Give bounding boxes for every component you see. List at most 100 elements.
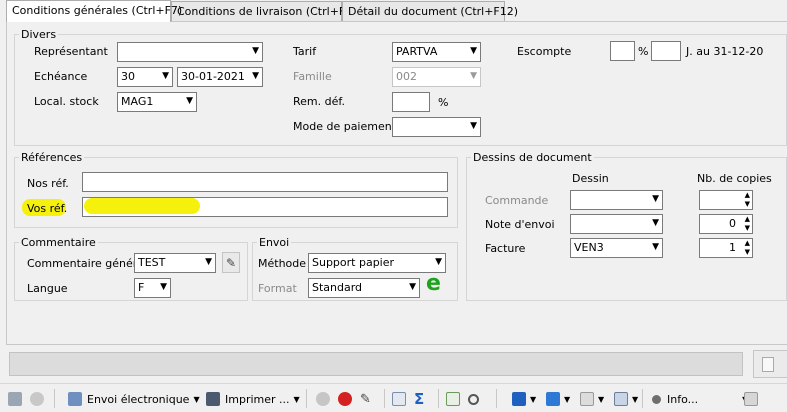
chevron-down-icon: ▼ <box>193 394 200 404</box>
rem-def-input[interactable] <box>392 92 430 112</box>
note-envoi-dessin-select[interactable]: ▼ <box>570 214 663 234</box>
button-label: Info... <box>667 392 699 406</box>
facture-dessin-select[interactable]: VEN3 ▼ <box>570 238 663 258</box>
chevron-down-icon: ▼ <box>293 394 300 404</box>
rem-def-percent: % <box>438 96 449 109</box>
facture-copies-spinner[interactable]: 1 ▲ ▼ <box>699 238 753 258</box>
group-title: Références <box>19 151 85 164</box>
chevron-down-icon: ▼ <box>470 46 477 56</box>
updown-icon[interactable]: ▲ ▼ <box>745 239 750 257</box>
search-button[interactable] <box>468 388 479 410</box>
note-envoi-copies-spinner[interactable]: 0 ▲ ▼ <box>699 214 753 234</box>
tab-detail-document[interactable]: Détail du document (Ctrl+F12) <box>342 1 518 21</box>
format-label: Format <box>258 282 297 295</box>
nos-ref-input[interactable] <box>82 172 448 192</box>
export-button[interactable]: ▼ <box>546 388 570 410</box>
escompte-percent: % <box>638 45 649 58</box>
import-button[interactable]: ▼ <box>512 388 536 410</box>
toolbar-separator <box>384 389 385 408</box>
chevron-down-icon: ▼ <box>160 282 167 292</box>
imprimer-button[interactable]: Imprimer ... ▼ <box>206 388 300 410</box>
toolbar-separator <box>496 389 497 408</box>
chevron-down-icon: ▼ <box>652 194 659 204</box>
chevron-down-icon: ▼ <box>252 46 259 56</box>
pen-icon[interactable]: ✎ <box>222 252 240 273</box>
stop-button[interactable] <box>338 388 352 410</box>
commande-label: Commande <box>485 194 549 207</box>
commande-dessin-select[interactable]: ▼ <box>570 190 663 210</box>
escompte-days-input[interactable] <box>651 41 681 61</box>
floppy-icon <box>8 392 22 406</box>
chevron-down-icon: ▼ <box>470 121 477 131</box>
vos-ref-label: Vos réf. <box>27 202 68 215</box>
cancel-button[interactable] <box>30 388 44 410</box>
group-title: Commentaire <box>19 236 98 249</box>
echeance-date-picker[interactable]: 30-01-2021 ▼ <box>177 67 263 87</box>
tab-conditions-livraison[interactable]: Conditions de livraison (Ctrl+F8) <box>171 1 357 21</box>
select-value: Support papier <box>312 256 395 269</box>
pages-button[interactable]: ▼ <box>614 388 638 410</box>
toolbar-separator <box>306 389 307 408</box>
sigma-icon: Σ <box>414 390 425 408</box>
e-invoice-icon[interactable]: e <box>426 273 441 295</box>
edit-button[interactable]: ✎ <box>360 388 371 410</box>
toolbar-separator <box>642 389 643 408</box>
exit-button[interactable] <box>744 388 758 410</box>
sum-button[interactable]: Σ <box>414 388 424 410</box>
mode-paiement-select[interactable]: ▼ <box>392 117 481 137</box>
chevron-down-icon: ▼ <box>186 96 193 106</box>
chevron-down-icon: ▼ <box>205 257 212 267</box>
toolbar-separator <box>438 389 439 408</box>
methode-label: Méthode <box>258 257 307 270</box>
select-value: MAG1 <box>121 95 154 108</box>
tab-label: Détail du document (Ctrl+F12) <box>348 5 519 18</box>
chevron-down-icon: ▼ <box>470 71 477 81</box>
pages-icon <box>614 392 628 406</box>
arrow-down-icon <box>512 392 526 406</box>
stop-icon <box>338 392 352 406</box>
spinner-value: 0 <box>729 217 736 230</box>
side-button[interactable] <box>753 350 787 378</box>
tab-label: Conditions de livraison (Ctrl+F8) <box>177 5 357 18</box>
escompte-input[interactable] <box>610 41 635 61</box>
group-title: Divers <box>19 28 59 41</box>
printer-icon <box>206 392 220 406</box>
chevron-down-icon: ▼ <box>652 218 659 228</box>
langue-label: Langue <box>27 282 68 295</box>
chevron-down-icon: ▼ <box>409 282 416 292</box>
select-value: Standard <box>312 281 363 294</box>
disabled-action-button[interactable] <box>316 388 330 410</box>
save-button[interactable] <box>8 388 22 410</box>
langue-select[interactable]: F ▼ <box>134 278 171 298</box>
select-value: 30-01-2021 <box>181 70 245 83</box>
bottom-toolbar: Envoi électronique ▼ Imprimer ... ▼ ✎ Σ … <box>0 383 787 412</box>
tarif-select[interactable]: PARTVA ▼ <box>392 42 481 62</box>
updown-icon[interactable]: ▲ ▼ <box>745 191 750 209</box>
chevron-down-icon: ▼ <box>564 394 571 404</box>
copy-button[interactable]: ▼ <box>580 388 604 410</box>
chevron-down-icon: ▼ <box>162 71 169 81</box>
format-select[interactable]: Standard ▼ <box>308 278 420 298</box>
document-icon <box>392 392 406 406</box>
commande-copies-spinner[interactable]: ▲ ▼ <box>699 190 753 210</box>
tab-conditions-generales[interactable]: Conditions générales (Ctrl+F7) <box>6 0 182 22</box>
select-value: 002 <box>396 70 417 83</box>
representant-select[interactable]: ▼ <box>117 42 263 62</box>
commentaire-general-select[interactable]: TEST ▼ <box>134 253 216 273</box>
info-button[interactable]: Info... ▼ <box>652 388 748 410</box>
references-group: Références <box>14 151 458 228</box>
updown-icon[interactable]: ▲ ▼ <box>745 215 750 233</box>
envoi-electronique-button[interactable]: Envoi électronique ▼ <box>68 388 200 410</box>
pen-icon: ✎ <box>360 391 371 407</box>
document-button[interactable] <box>392 388 406 410</box>
circle-icon <box>316 392 330 406</box>
methode-select[interactable]: Support papier ▼ <box>308 253 446 273</box>
select-value: PARTVA <box>396 45 438 58</box>
add-document-icon <box>446 392 460 406</box>
mail-icon <box>68 392 82 406</box>
echeance-days-select[interactable]: 30 ▼ <box>117 67 173 87</box>
arrow-up-icon <box>546 392 560 406</box>
local-stock-select[interactable]: MAG1 ▼ <box>117 92 197 112</box>
add-document-button[interactable] <box>446 388 460 410</box>
select-value: TEST <box>138 256 166 269</box>
